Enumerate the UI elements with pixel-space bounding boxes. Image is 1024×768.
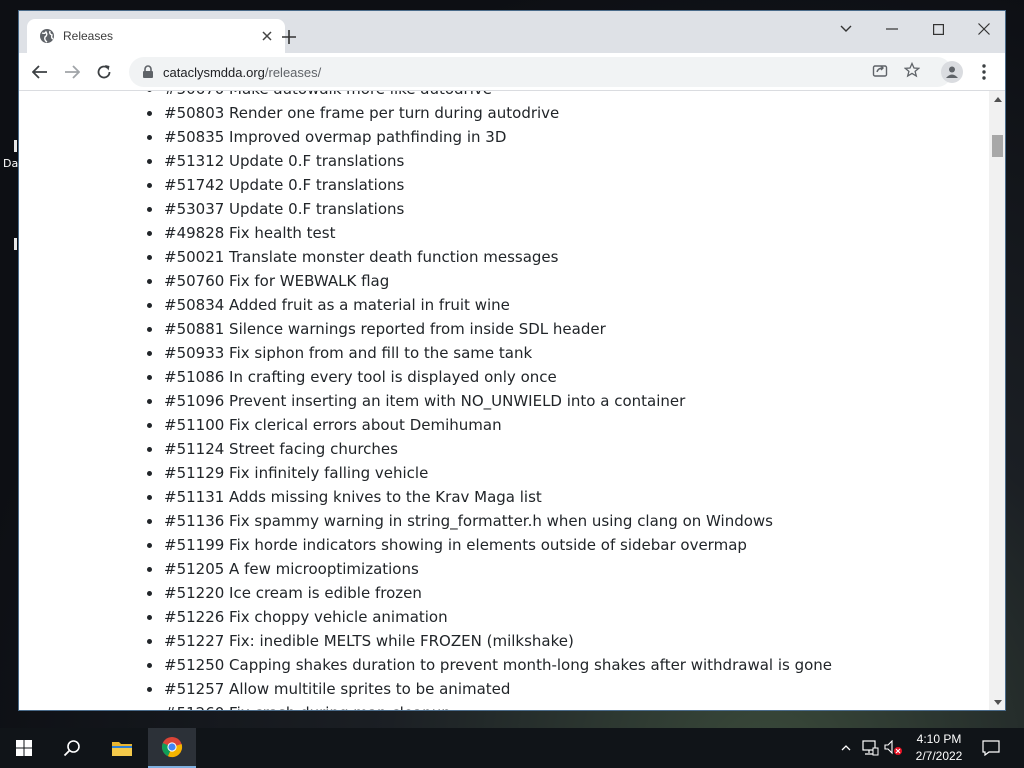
chrome-icon [161,737,183,758]
tab-releases[interactable]: Releases [27,19,285,53]
list-item: #51742 Update 0.F translations [147,173,832,197]
chevron-up-icon [841,745,851,751]
url-host: cataclysmdda.org [163,64,265,80]
list-item: #51131 Adds missing knives to the Krav M… [147,485,832,509]
star-icon [904,62,920,78]
desktop-icon-label[interactable]: Da [3,157,18,170]
network-icon [862,740,879,756]
desktop-icon-fragment [14,140,17,152]
list-item: #51205 A few microoptimizations [147,557,832,581]
close-window-button[interactable] [961,15,1005,43]
release-notes-list: #50670 Make autowalk more like autodrive… [147,91,832,710]
list-item: #50803 Render one frame per turn during … [147,101,832,125]
back-button[interactable] [27,59,53,85]
browser-window: Releases cataclysmdda.org/releases/ #508… [18,10,1006,711]
folder-icon [112,742,132,756]
chrome-taskbar-button[interactable] [148,728,196,768]
clock-time: 4:10 PM [916,732,962,746]
minimize-button[interactable] [869,15,915,43]
tab-strip: Releases [19,11,1005,53]
clock-date: 2/7/2022 [915,749,963,763]
list-item: #51227 Fix: inedible MELTS while FROZEN … [147,629,832,653]
maximize-icon [932,23,944,35]
taskbar: 4:10 PM 2/7/2022 [0,728,1024,768]
lock-icon[interactable] [141,65,155,79]
browser-toolbar: cataclysmdda.org/releases/ [19,53,1005,91]
arrow-right-icon [65,65,80,79]
file-explorer-button[interactable] [98,728,146,768]
windows-logo-icon [16,740,32,756]
list-item: #51096 Prevent inserting an item with NO… [147,389,832,413]
maximize-button[interactable] [915,15,961,43]
list-item: #51226 Fix choppy vehicle animation [147,605,832,629]
tab-title: Releases [63,29,114,43]
list-item: #51100 Fix clerical errors about Demihum… [147,413,832,437]
new-tab-button[interactable] [277,25,301,49]
list-item: #51220 Ice cream is edible frozen [147,581,832,605]
forward-button[interactable] [59,59,85,85]
list-item: #51312 Update 0.F translations [147,149,832,173]
list-item: #50760 Fix for WEBWALK flag [147,269,832,293]
close-tab-icon[interactable] [259,28,275,44]
list-item: #51260 Fix crash during map cleanup [147,701,832,710]
list-item: #51199 Fix horde indicators showing in e… [147,533,832,557]
minimize-icon [886,28,898,30]
start-button[interactable] [0,728,48,768]
reload-icon [97,65,111,79]
list-item: #50835 Improved overmap pathfinding in 3… [147,125,832,149]
triangle-down-icon [993,700,1002,705]
list-item: #50021 Translate monster death function … [147,245,832,269]
list-item: #49828 Fix health test [147,221,832,245]
list-item: #51124 Street facing churches [147,437,832,461]
url-path: /releases/ [264,64,322,80]
list-item: #50834 Added fruit as a material in frui… [147,293,832,317]
address-bar[interactable]: cataclysmdda.org/releases/ [129,57,952,87]
more-vertical-icon [982,64,986,80]
page-content: #50670 Make autowalk more like autodrive… [19,91,989,710]
share-button[interactable] [870,60,890,80]
profile-avatar[interactable] [941,61,963,83]
taskbar-clock[interactable]: 4:10 PM 2/7/2022 [908,731,970,765]
page-scrollbar[interactable] [989,91,1005,710]
arrow-left-icon [32,65,47,79]
search-button[interactable] [48,728,96,768]
tab-search-button[interactable] [823,15,869,43]
network-button[interactable] [860,738,880,758]
list-item: #51136 Fix spammy warning in string_form… [147,509,832,533]
url-text: cataclysmdda.org/releases/ [163,65,321,80]
list-item: #51129 Fix infinitely falling vehicle [147,461,832,485]
volume-button[interactable] [884,738,904,758]
close-icon [978,23,990,35]
scroll-up-arrow[interactable] [989,91,1005,108]
notification-icon [982,740,1000,756]
scroll-down-arrow[interactable] [989,694,1005,710]
show-hidden-icons-button[interactable] [836,738,856,758]
volume-muted-icon [884,740,902,755]
list-item: #50933 Fix siphon from and fill to the s… [147,341,832,365]
list-item: #53037 Update 0.F translations [147,197,832,221]
plus-icon [282,30,296,44]
scroll-thumb[interactable] [992,135,1003,157]
globe-icon [40,29,54,43]
share-icon [872,65,888,77]
browser-menu-button[interactable] [974,61,994,83]
search-icon [63,740,80,757]
chevron-down-icon [840,25,852,32]
bookmark-button[interactable] [902,60,922,80]
notifications-button[interactable] [981,738,1001,758]
list-item: #50881 Silence warnings reported from in… [147,317,832,341]
list-item: #51250 Capping shakes duration to preven… [147,653,832,677]
list-item: #51257 Allow multitile sprites to be ani… [147,677,832,701]
list-item: #50670 Make autowalk more like autodrive [147,91,832,101]
desktop-icon-fragment [14,238,17,250]
list-item: #51086 In crafting every tool is display… [147,365,832,389]
reload-button[interactable] [91,59,117,85]
triangle-up-icon [993,97,1002,102]
person-icon [946,66,958,78]
